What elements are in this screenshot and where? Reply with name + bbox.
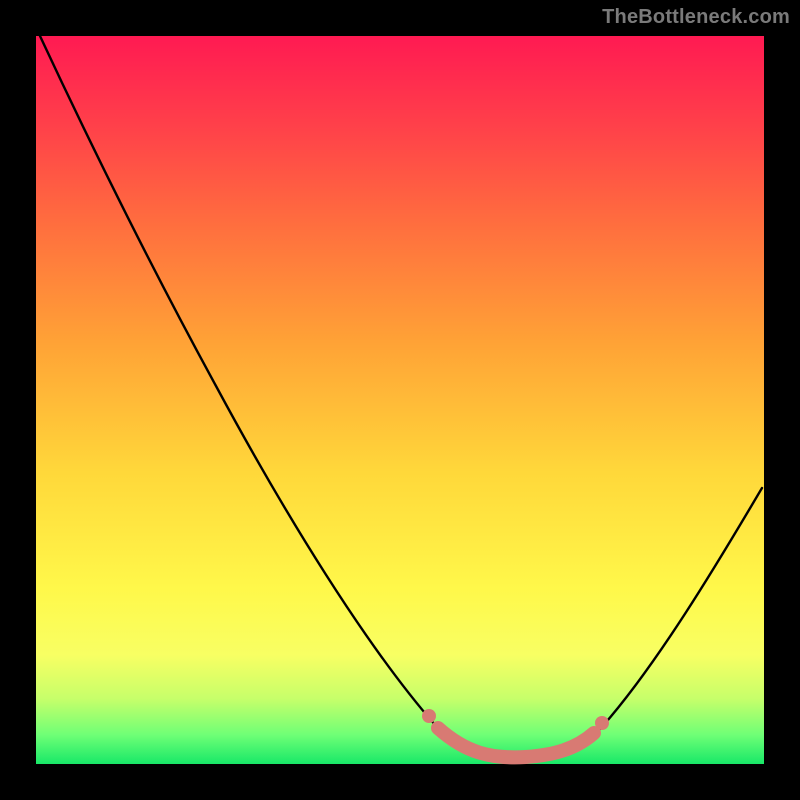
bottleneck-curve-path [40, 36, 762, 758]
highlight-band-path [438, 728, 594, 757]
highlight-dot-left [422, 709, 436, 723]
highlight-dot-right [595, 716, 609, 730]
watermark-text: TheBottleneck.com [602, 6, 790, 29]
chart-svg [36, 36, 764, 764]
chart-frame: TheBottleneck.com [0, 0, 800, 800]
chart-plot-area [36, 36, 764, 764]
